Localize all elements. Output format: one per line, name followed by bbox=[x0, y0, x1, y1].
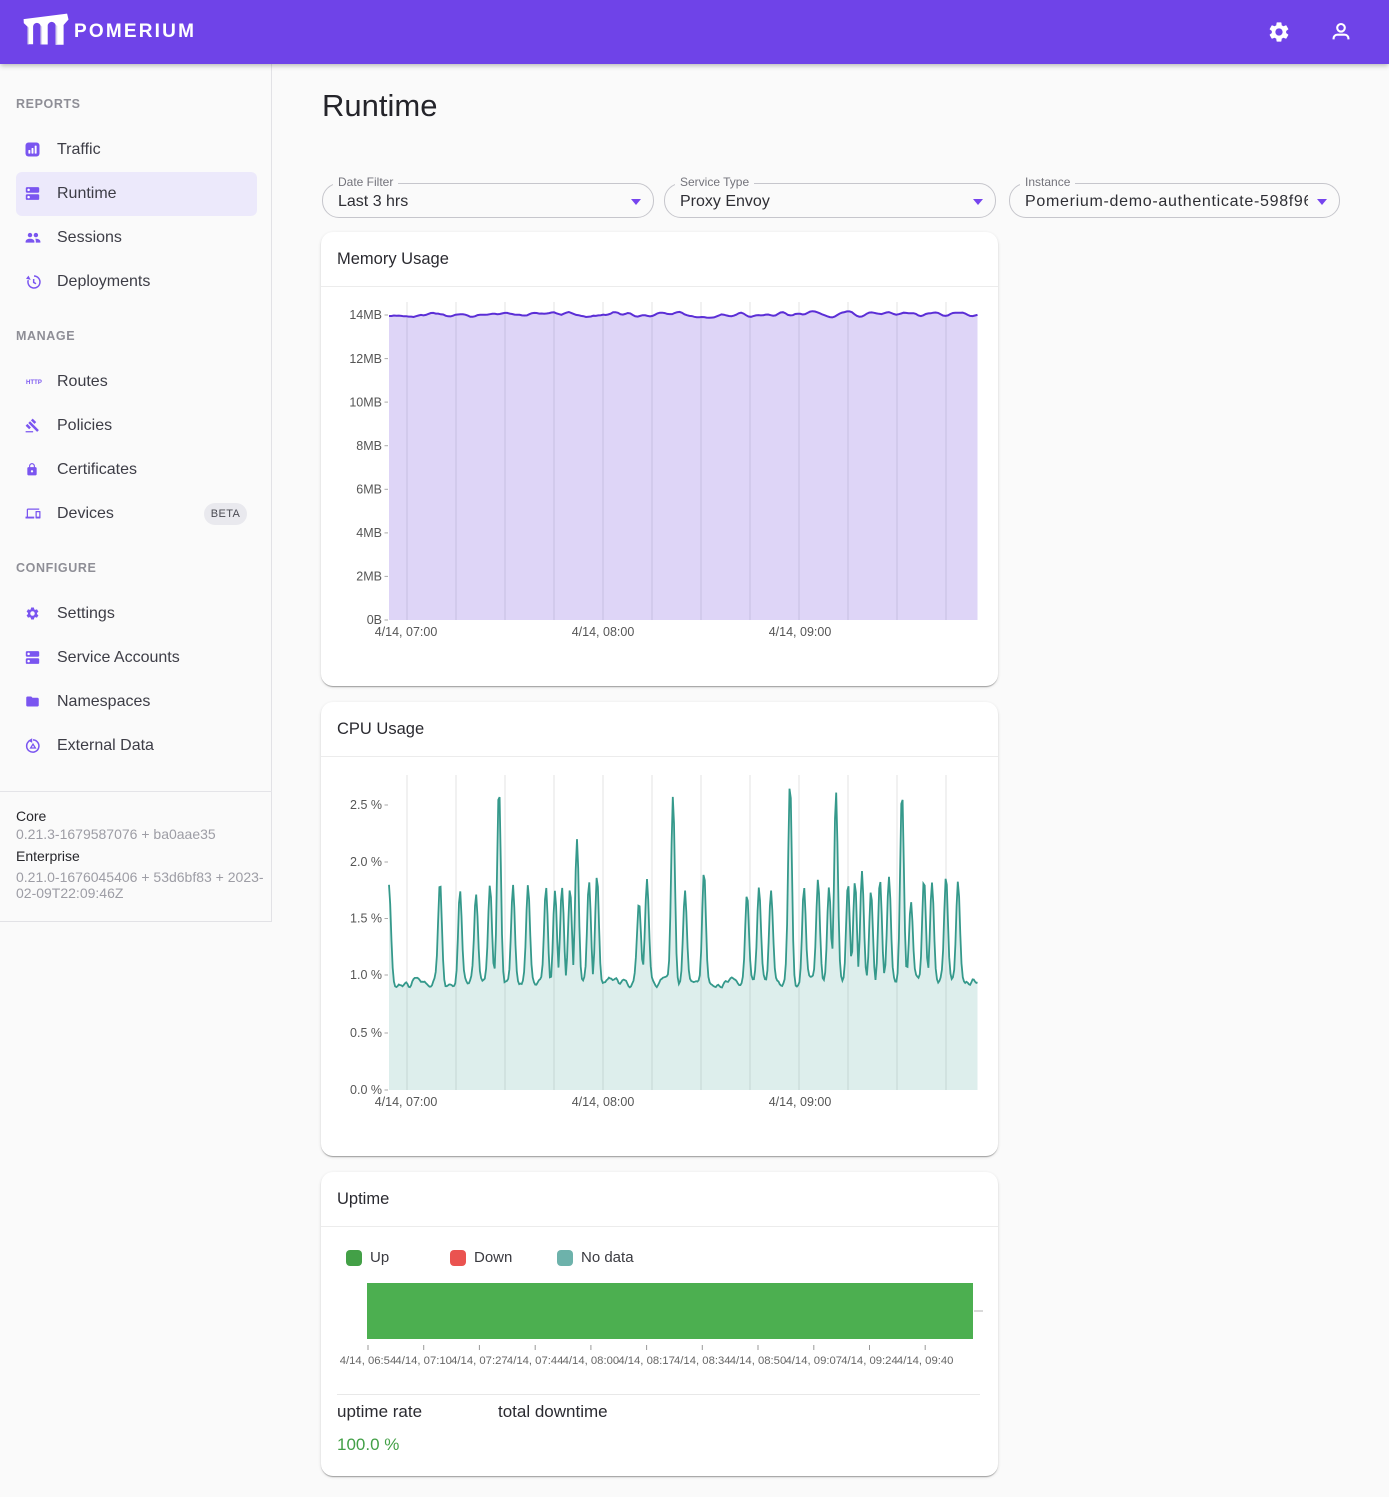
svg-text:4/14, 08:50: 4/14, 08:50 bbox=[730, 1355, 787, 1367]
svg-text:4/14, 09:00: 4/14, 09:00 bbox=[769, 625, 832, 639]
svg-text:4/14, 07:00: 4/14, 07:00 bbox=[375, 625, 438, 639]
svg-text:14MB: 14MB bbox=[349, 308, 382, 322]
svg-text:4/14, 07:00: 4/14, 07:00 bbox=[375, 1095, 438, 1109]
svg-text:4/14, 09:24: 4/14, 09:24 bbox=[841, 1355, 898, 1367]
svg-text:4/14, 07:10: 4/14, 07:10 bbox=[395, 1355, 452, 1367]
svg-text:4/14, 08:34: 4/14, 08:34 bbox=[674, 1355, 731, 1367]
svg-text:1.0 %: 1.0 % bbox=[350, 968, 382, 982]
svg-text:4/14, 08:00: 4/14, 08:00 bbox=[572, 625, 635, 639]
svg-text:HTTP: HTTP bbox=[26, 380, 42, 386]
svg-text:2.5 %: 2.5 % bbox=[350, 798, 382, 812]
svg-text:4/14, 07:27: 4/14, 07:27 bbox=[451, 1355, 508, 1367]
svg-text:0.5 %: 0.5 % bbox=[350, 1026, 382, 1040]
svg-text:4MB: 4MB bbox=[356, 526, 382, 540]
svg-text:4/14, 08:00: 4/14, 08:00 bbox=[563, 1355, 620, 1367]
svg-text:8MB: 8MB bbox=[356, 439, 382, 453]
svg-text:4/14, 07:44: 4/14, 07:44 bbox=[507, 1355, 564, 1367]
svg-text:4/14, 06:54: 4/14, 06:54 bbox=[340, 1355, 397, 1367]
svg-text:4/14, 08:17: 4/14, 08:17 bbox=[618, 1355, 675, 1367]
svg-text:1.5 %: 1.5 % bbox=[350, 912, 382, 926]
svg-text:4/14, 09:07: 4/14, 09:07 bbox=[786, 1355, 843, 1367]
svg-text:12MB: 12MB bbox=[349, 352, 382, 366]
svg-text:10MB: 10MB bbox=[349, 395, 382, 409]
svg-text:4/14, 08:00: 4/14, 08:00 bbox=[572, 1095, 635, 1109]
svg-text:4/14, 09:00: 4/14, 09:00 bbox=[769, 1095, 832, 1109]
svg-text:2MB: 2MB bbox=[356, 570, 382, 584]
svg-text:2.0 %: 2.0 % bbox=[350, 855, 382, 869]
svg-text:6MB: 6MB bbox=[356, 483, 382, 497]
svg-text:4/14, 09:40: 4/14, 09:40 bbox=[897, 1355, 954, 1367]
